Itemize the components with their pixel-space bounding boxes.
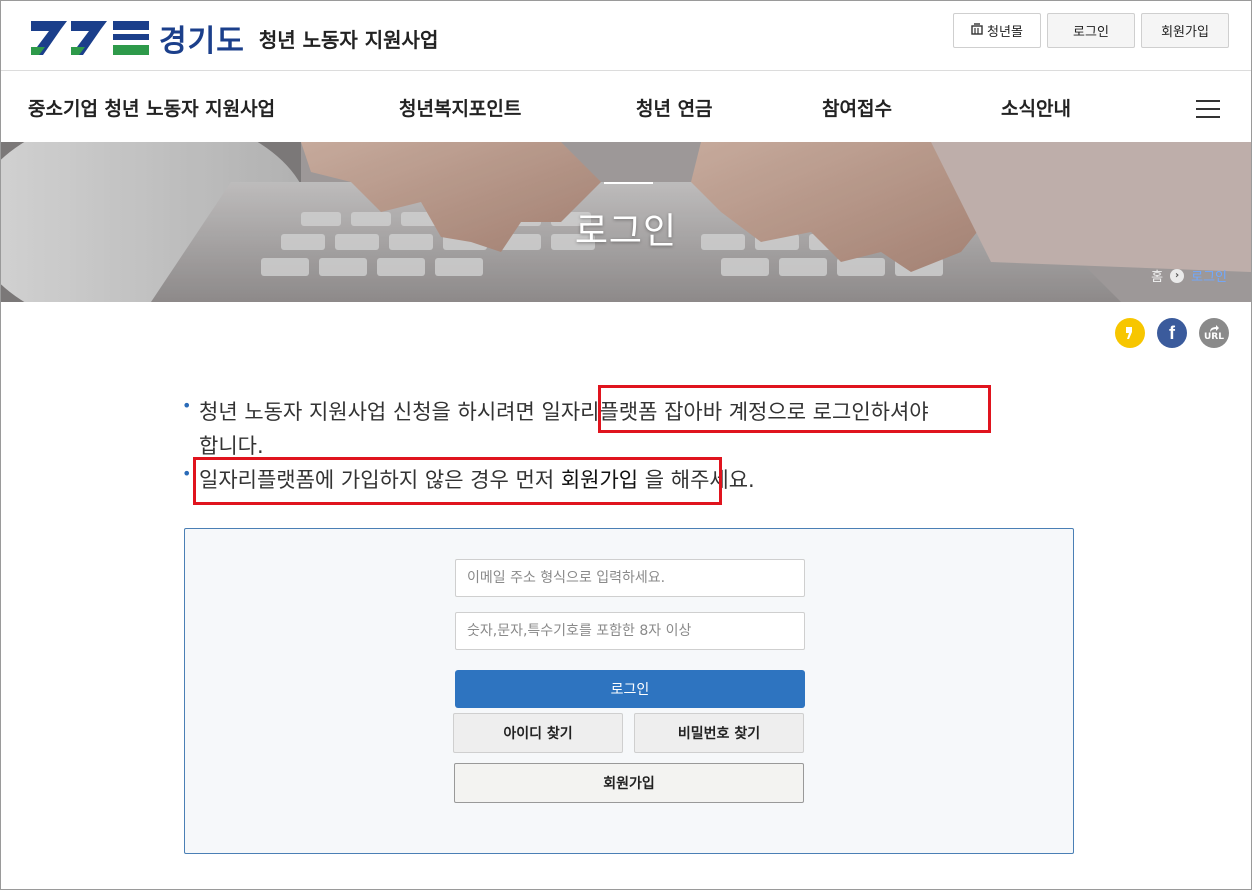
hero-title-line bbox=[604, 182, 653, 184]
facebook-icon[interactable]: f bbox=[1157, 318, 1187, 348]
youth-mall-label: 청년몰 bbox=[987, 25, 1023, 40]
notice-line-2: • 일자리플랫폼에 가입하지 않은 경우 먼저 회원가입 을 해주세요. bbox=[181, 463, 1081, 497]
find-id-button[interactable]: 아이디 찾기 bbox=[453, 713, 623, 753]
nav-item-news[interactable]: 소식안내 bbox=[1001, 94, 1071, 121]
hamburger-menu-icon[interactable] bbox=[1196, 100, 1220, 120]
youth-mall-button[interactable]: 청년몰 bbox=[953, 13, 1041, 48]
url-copy-icon[interactable]: URL bbox=[1199, 318, 1229, 348]
login-notice: • 청년 노동자 지원사업 신청을 하시려면 일자리플랫폼 잡아바 계정으로 로… bbox=[181, 395, 1081, 497]
nav-item-sme-youth-worker[interactable]: 중소기업 청년 노동자 지원사업 bbox=[28, 94, 275, 121]
breadcrumb: 홈 › 로그인 bbox=[1151, 266, 1227, 285]
email-field[interactable] bbox=[455, 559, 805, 597]
utility-buttons: 청년몰 로그인 회원가입 bbox=[953, 13, 1229, 48]
kakao-story-icon[interactable] bbox=[1115, 318, 1145, 348]
header-login-button[interactable]: 로그인 bbox=[1047, 13, 1135, 48]
breadcrumb-home[interactable]: 홈 bbox=[1151, 266, 1163, 285]
main-nav: 중소기업 청년 노동자 지원사업 청년복지포인트 청년 연금 참여접수 소식안내 bbox=[1, 72, 1251, 142]
gyeonggi-logo[interactable]: 경기도 청년 노동자 지원사업 bbox=[31, 15, 438, 61]
bullet-icon: • bbox=[182, 396, 192, 415]
nav-item-apply[interactable]: 참여접수 bbox=[822, 94, 892, 121]
logo-subtitle: 청년 노동자 지원사업 bbox=[258, 27, 439, 52]
nav-item-youth-pension[interactable]: 청년 연금 bbox=[636, 94, 713, 121]
password-field[interactable] bbox=[455, 612, 805, 650]
login-button[interactable]: 로그인 bbox=[455, 670, 805, 708]
gyeonggi-logo-mark-icon bbox=[31, 21, 149, 55]
shop-icon bbox=[971, 23, 983, 38]
share-buttons: f URL bbox=[1115, 318, 1229, 348]
logo-text: 경기도 bbox=[159, 24, 245, 59]
page-title: 로그인 bbox=[574, 211, 678, 252]
notice-line-1: • 청년 노동자 지원사업 신청을 하시려면 일자리플랫폼 잡아바 계정으로 로… bbox=[181, 395, 1081, 429]
notice-line-1-continued: 합니다. bbox=[199, 434, 264, 458]
breadcrumb-separator-icon: › bbox=[1170, 268, 1185, 283]
site-header: 경기도 청년 노동자 지원사업 청년몰 로그인 회원가입 bbox=[1, 1, 1251, 71]
breadcrumb-current: 로그인 bbox=[1191, 270, 1227, 285]
bullet-icon: • bbox=[182, 464, 192, 483]
notice-join-link[interactable]: 회원가입 bbox=[561, 468, 638, 492]
signup-button[interactable]: 회원가입 bbox=[454, 763, 804, 803]
header-join-button[interactable]: 회원가입 bbox=[1141, 13, 1229, 48]
find-password-button[interactable]: 비밀번호 찾기 bbox=[634, 713, 804, 753]
notice-highlight-jobaba-login: 일자리플랫폼 잡아바 계정으로 로그인 bbox=[541, 400, 871, 424]
nav-item-welfare-point[interactable]: 청년복지포인트 bbox=[399, 94, 521, 121]
url-label: URL bbox=[1204, 331, 1224, 342]
hero-banner: 로그인 홈 › 로그인 bbox=[1, 142, 1251, 302]
login-form: 로그인 아이디 찾기 비밀번호 찾기 회원가입 bbox=[184, 528, 1074, 854]
